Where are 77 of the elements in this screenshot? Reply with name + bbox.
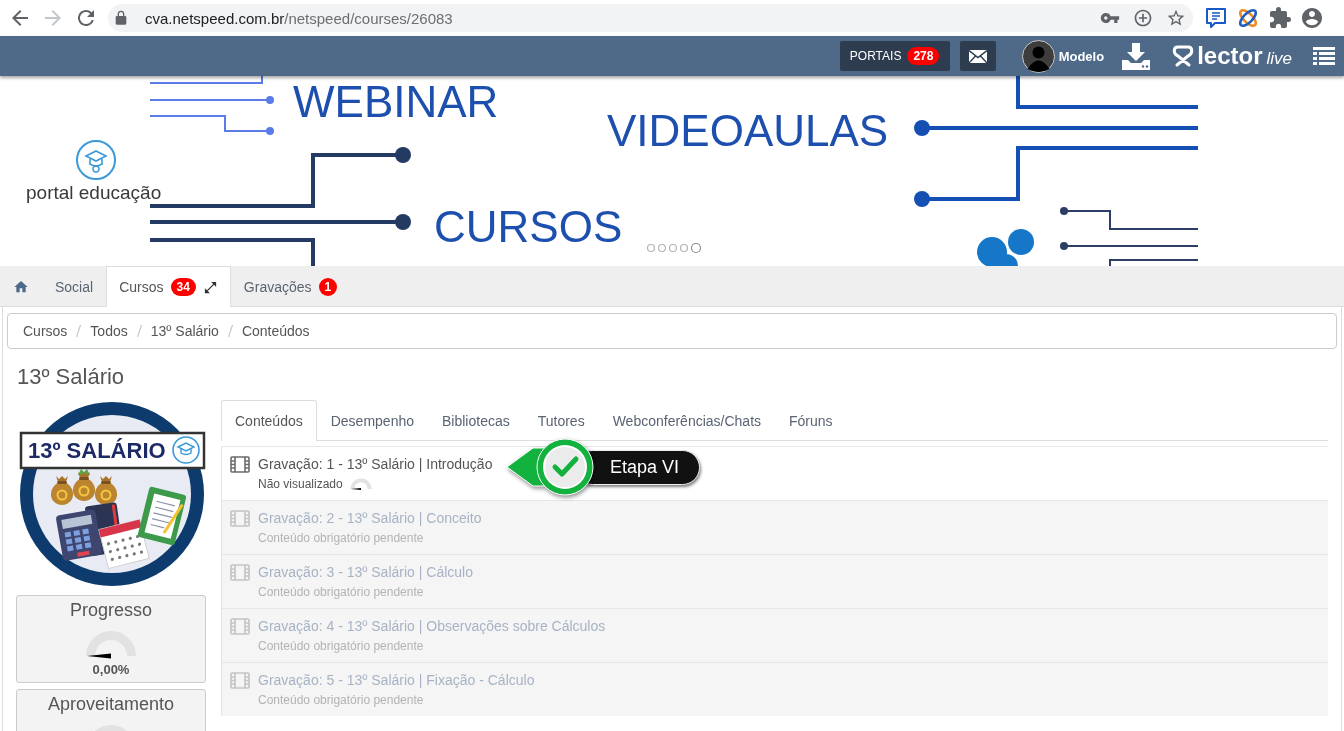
tab[interactable]: Fóruns xyxy=(775,400,847,441)
profile-icon[interactable] xyxy=(1300,6,1324,30)
home-icon[interactable] xyxy=(13,279,29,295)
content-title: Gravação: 3 - 13º Salário | Cálculo xyxy=(258,564,473,581)
user-name[interactable]: Modelo xyxy=(1058,48,1105,64)
banner-heading: CURSOS xyxy=(434,202,623,251)
tab[interactable]: Desempenho xyxy=(316,400,428,441)
tab[interactable]: Webconferências/Chats xyxy=(598,400,776,441)
slash-divider-icon xyxy=(227,324,233,338)
avatar-icon[interactable] xyxy=(1021,39,1055,73)
money-bag-icon xyxy=(51,476,73,505)
address-bar[interactable]: cva.netspeed.com.br/netspeed/courses/26083 xyxy=(108,4,1193,32)
slash-divider-icon xyxy=(136,324,142,338)
blob-logo-icon xyxy=(977,229,1034,266)
count-badge: 34 xyxy=(170,278,196,296)
envelope-icon xyxy=(968,49,987,63)
star-icon[interactable] xyxy=(1166,8,1186,28)
tab[interactable]: Cursos 34 xyxy=(106,266,231,307)
content-status: Não visualizado xyxy=(258,476,343,492)
slash-divider-icon xyxy=(76,324,82,338)
mail-button[interactable] xyxy=(959,41,996,71)
carousel-dot[interactable] xyxy=(657,243,667,253)
breadcrumb-link[interactable]: Todos xyxy=(90,323,128,339)
course-image-title: 13º SALÁRIO xyxy=(19,431,206,470)
gauge-dial xyxy=(85,628,137,660)
film-icon xyxy=(230,672,250,689)
stat-value: 0,00% xyxy=(92,662,130,678)
logo-mark-icon xyxy=(1171,44,1196,68)
orbit-icon[interactable] xyxy=(1236,6,1260,30)
tab[interactable]: Tutores xyxy=(523,400,599,441)
film-icon xyxy=(230,564,250,581)
tab[interactable]: Social xyxy=(42,266,107,307)
content-status: Conteúdo obrigatório pendente xyxy=(258,530,424,546)
portals-button[interactable]: PORTAIS 278 xyxy=(839,41,950,71)
content-title: Gravação: 5 - 13º Salário | Fixação - Cálculo xyxy=(258,672,535,689)
portal-name: portal educação xyxy=(26,182,162,203)
content-title: Gravação: 1 - 13º Salário | Introdução xyxy=(258,456,493,473)
money-bag-icon xyxy=(95,476,117,505)
graduation-cap-icon xyxy=(172,436,200,464)
tab[interactable]: Bibliotecas xyxy=(428,400,524,441)
stat-label: Progresso xyxy=(69,599,152,621)
count-badge: 1 xyxy=(318,278,338,296)
film-icon xyxy=(230,456,250,473)
logo-text: lector xyxy=(1197,41,1263,71)
breadcrumb-link[interactable]: Cursos xyxy=(23,323,68,339)
content-status: Conteúdo obrigatório pendente xyxy=(258,638,424,654)
carousel-dot[interactable] xyxy=(679,243,689,253)
content-status: Conteúdo obrigatório pendente xyxy=(258,584,424,600)
content-title: Gravação: 2 - 13º Salário | Conceito xyxy=(258,510,482,527)
money-bag-icon xyxy=(73,469,95,501)
puzzle-icon[interactable] xyxy=(1268,6,1292,30)
logo-suffix: live xyxy=(1266,49,1292,69)
banner-heading: WEBINAR xyxy=(293,77,499,126)
film-icon xyxy=(230,618,250,635)
stat-label: Aproveitamento xyxy=(47,693,175,715)
tab[interactable]: Conteúdos xyxy=(221,400,317,441)
note-bubble-icon[interactable] xyxy=(1204,6,1228,30)
content-title: Gravação: 4 - 13º Salário | Observações sobre Cálculos xyxy=(258,618,606,635)
film-icon xyxy=(230,510,250,527)
breadcrumb-link[interactable]: 13º Salário xyxy=(150,323,219,339)
calculator-icon xyxy=(55,509,103,562)
content-status: Conteúdo obrigatório pendente xyxy=(258,692,424,708)
carousel-dot[interactable] xyxy=(690,242,702,254)
carousel-dot[interactable] xyxy=(646,243,656,253)
url-text: cva.netspeed.com.br/netspeed/courses/26083 xyxy=(145,9,453,27)
carousel-dot[interactable] xyxy=(668,243,678,253)
list-menu-icon[interactable] xyxy=(1313,47,1335,65)
expand-icon[interactable] xyxy=(202,279,218,295)
breadcrumb-current: Conteúdos xyxy=(241,323,310,339)
banner-heading: VIDEOAULAS xyxy=(607,106,889,155)
download-icon[interactable] xyxy=(1121,42,1152,70)
page-title: 13º Salário xyxy=(17,364,126,390)
lock-icon[interactable] xyxy=(113,10,129,26)
portal-logo-icon xyxy=(76,140,116,180)
gauge-icon xyxy=(349,477,372,491)
tab[interactable]: Gravações 1 xyxy=(230,266,351,307)
count-badge: 278 xyxy=(907,47,940,65)
